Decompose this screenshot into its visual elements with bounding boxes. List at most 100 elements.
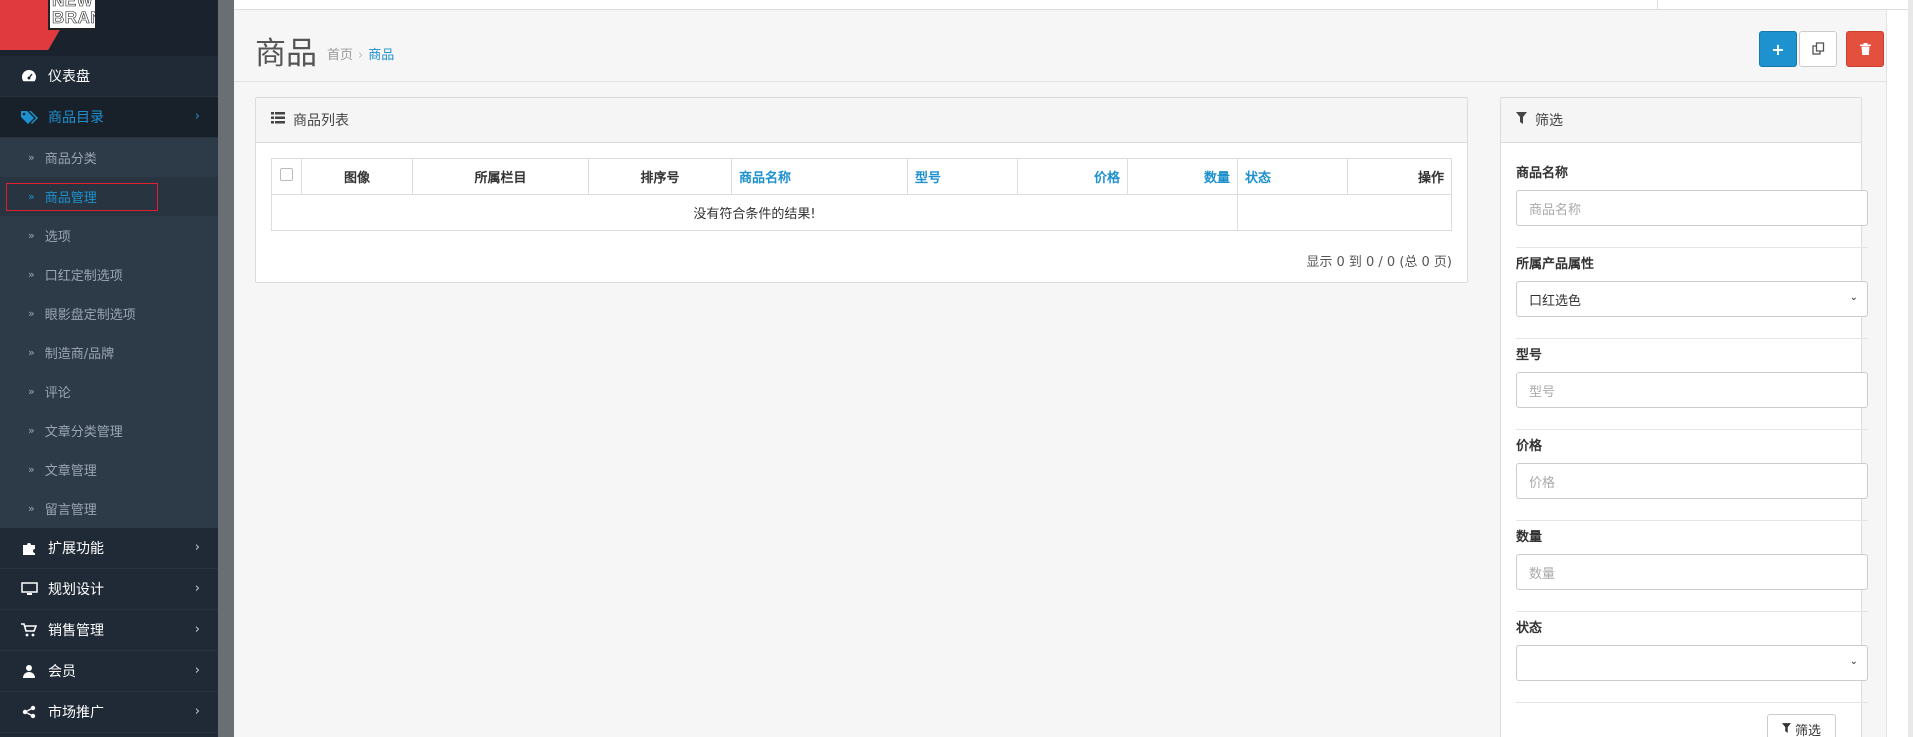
sort-column-header[interactable]: 商品名称 [731,158,908,195]
desktop-icon [20,580,38,598]
filter-icon [1516,112,1527,128]
sidebar-item-dashboard[interactable]: 仪表盘 [0,56,218,97]
chevron-right-icon: › [194,622,200,637]
double-chevron-icon: » [28,502,35,515]
copy-button[interactable] [1799,31,1837,67]
breadcrumb-current[interactable]: 商品 [368,48,394,63]
sidebar-subitem-articles[interactable]: » 文章管理 [0,450,218,489]
field-label: 状态 [1516,621,1543,636]
column-header: 图像 [301,158,413,195]
sidebar: NEWBRAND ≡ 导航 仪表盘 商品目录 › »商品分类 »商品管理 »选项… [0,0,218,737]
chevron-down-icon: ⌄ [1849,292,1858,303]
brand-logo: NEWBRAND [0,0,95,58]
filter-button[interactable]: 筛选 [1767,714,1836,737]
breadcrumb: 首页 › 商品 [327,48,395,63]
sidebar-item-members[interactable]: 会员 › [0,651,218,692]
panel-heading: 筛选 [1501,98,1861,143]
filter-panel: 筛选 商品名称 商品名称 所属产品属性 口红选色 ⌄ 型号 型号 价格 价格 数… [1500,97,1868,737]
puzzle-icon [20,539,38,557]
status-select[interactable]: ⌄ [1516,645,1868,681]
chevron-right-icon: › [194,581,200,596]
sidebar-subitem-eyeshadow-options[interactable]: » 眼影盘定制选项 [0,294,218,333]
filter-quantity-group: 数量 数量 [1516,526,1868,590]
price-input[interactable]: 价格 [1516,463,1868,499]
select-all-checkbox[interactable] [271,158,302,195]
cart-icon [20,621,38,639]
empty-message: 没有符合条件的结果! [271,194,1238,231]
filter-name-group: 商品名称 商品名称 [1516,162,1868,226]
sidebar-subitem-options[interactable]: » 选项 [0,216,218,255]
plus-icon: + [1771,39,1785,59]
double-chevron-icon: » [28,151,35,164]
column-header: 所属栏目 [412,158,589,195]
chevron-down-icon: ⌄ [1849,656,1858,667]
product-table: 图像 所属栏目 排序号 商品名称 型号 价格 数量 状态 操作 没有符合条件的结… [271,158,1452,231]
double-chevron-icon: » [28,385,35,398]
add-button[interactable]: + [1759,31,1797,67]
column-header: 操作 [1347,158,1452,195]
sidebar-subitem-reviews[interactable]: » 评论 [0,372,218,411]
sidebar-item-design[interactable]: 规划设计 › [0,569,218,610]
catalog-submenu: » 商品分类 » 商品管理 » 选项 » 口红定制选项 » 眼影盘定制选项 » 制造商/品牌… [0,138,218,528]
sort-column-header[interactable]: 数量 [1127,158,1238,195]
field-label: 价格 [1516,439,1543,454]
double-chevron-icon: » [28,307,35,320]
sidebar-subitem-article-categories[interactable]: » 文章分类管理 [0,411,218,450]
tags-icon [20,108,38,126]
delete-button[interactable] [1846,31,1884,67]
panel-title: 筛选 [1535,113,1563,129]
double-chevron-icon: » [28,346,35,359]
sort-column-header[interactable]: 型号 [907,158,1018,195]
column-header: 排序号 [588,158,732,195]
sort-column-header[interactable]: 价格 [1017,158,1128,195]
model-input[interactable]: 型号 [1516,372,1868,408]
filter-icon [1781,722,1791,737]
sidebar-item-marketing[interactable]: 市场推广 › [0,692,218,733]
sidebar-subitem-category[interactable]: » 商品分类 [0,138,218,177]
field-label: 型号 [1516,348,1543,363]
double-chevron-icon: » [28,268,35,281]
quantity-input[interactable]: 数量 [1516,554,1868,590]
main-content: 商品 首页 › 商品 + 商品列表 图像 所属栏目 排序号 商品名称 型号 价格… [234,10,1908,737]
breadcrumb-home[interactable]: 首页 [327,48,353,63]
list-icon [271,112,285,128]
chevron-right-icon: › [194,704,200,719]
dashboard-icon [20,67,38,85]
sidebar-subitem-manufacturers[interactable]: » 制造商/品牌 [0,333,218,372]
pagination-info: 显示 0 到 0 / 0 (总 0 页) [1306,255,1452,270]
sidebar-gutter [218,0,234,737]
chevron-right-icon: › [194,663,200,678]
sort-column-header[interactable]: 状态 [1237,158,1348,195]
filter-status-group: 状态 ⌄ [1516,617,1868,681]
sidebar-subitem-product-management[interactable]: » 商品管理 [0,177,218,216]
panel-title: 商品列表 [293,113,349,129]
double-chevron-icon: » [28,463,35,476]
sidebar-item-sales[interactable]: 销售管理 › [0,610,218,651]
filter-attribute-group: 所属产品属性 口红选色 ⌄ [1516,253,1868,317]
filter-model-group: 型号 型号 [1516,344,1868,408]
product-name-input[interactable]: 商品名称 [1516,190,1868,226]
sidebar-subitem-lipstick-options[interactable]: » 口红定制选项 [0,255,218,294]
copy-icon [1811,40,1825,59]
panel-heading: 商品列表 [256,98,1467,143]
scrollbar[interactable] [1886,10,1908,737]
top-bar [234,0,1908,10]
share-icon [20,703,38,721]
double-chevron-icon: » [28,424,35,437]
trash-icon [1859,40,1871,59]
chevron-right-icon: › [194,540,200,555]
sidebar-item-extensions[interactable]: 扩展功能 › [0,528,218,569]
sidebar-item-catalog[interactable]: 商品目录 › [0,97,218,138]
sidebar-subitem-messages[interactable]: » 留言管理 [0,489,218,528]
user-icon [20,662,38,680]
page-title: 商品 [255,36,317,72]
page-header: 商品 首页 › 商品 + [234,10,1908,82]
field-label: 数量 [1516,530,1543,545]
double-chevron-icon: » [28,229,35,242]
field-label: 商品名称 [1516,166,1569,181]
chevron-right-icon: › [194,109,200,124]
field-label: 所属产品属性 [1516,257,1595,272]
attribute-select[interactable]: 口红选色 ⌄ [1516,281,1868,317]
filter-price-group: 价格 价格 [1516,435,1868,499]
product-list-panel: 商品列表 图像 所属栏目 排序号 商品名称 型号 价格 数量 状态 操作 没有符… [255,97,1468,283]
